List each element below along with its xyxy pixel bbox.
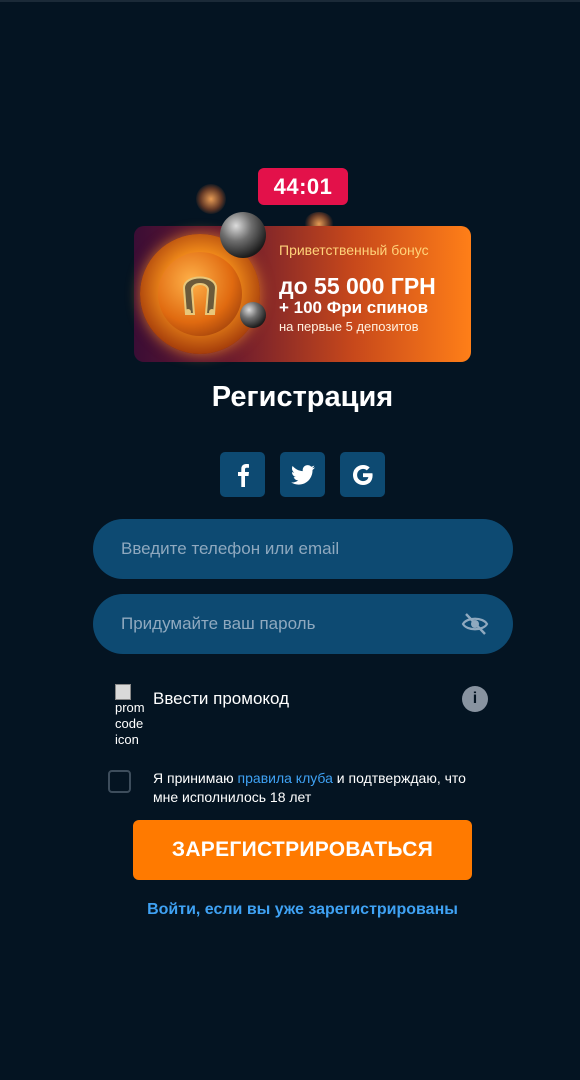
google-login-button[interactable] — [340, 452, 385, 497]
page-title: Регистрация — [211, 381, 394, 413]
bonus-label: Приветственный бонус — [279, 242, 429, 258]
google-icon — [352, 464, 373, 485]
decor-sphere — [220, 212, 266, 258]
decor-sphere — [240, 302, 266, 328]
facebook-icon — [237, 463, 249, 487]
twitter-login-button[interactable] — [280, 452, 325, 497]
promo-code-icon: promo code icon — [115, 684, 145, 754]
info-icon[interactable]: i — [462, 686, 488, 712]
terms-text: Я принимаю правила клуба и подтверждаю, … — [153, 770, 466, 805]
password-input[interactable] — [119, 613, 443, 635]
facebook-login-button[interactable] — [220, 452, 265, 497]
password-field[interactable] — [93, 594, 513, 654]
twitter-icon — [290, 464, 315, 485]
register-button[interactable]: ЗАРЕГИСТРИРОВАТЬСЯ — [133, 820, 472, 880]
bonus-amount: до 55 000 ГРН — [279, 273, 436, 299]
login-field[interactable] — [93, 519, 513, 579]
bonus-note: на первые 5 депозитов — [279, 319, 419, 334]
eye-hidden-icon[interactable] — [461, 610, 489, 638]
top-divider — [0, 0, 580, 2]
phone-or-email-input[interactable] — [119, 538, 443, 560]
promo-code-icon-alt: promo code icon — [115, 700, 145, 747]
welcome-bonus-banner[interactable]: Приветственный бонус до 55 000 ГРН + 100… — [134, 212, 471, 362]
countdown-timer: 44:01 — [258, 168, 348, 205]
promo-code-toggle[interactable]: Ввести промокод — [153, 689, 289, 709]
login-link[interactable]: Войти, если вы уже зарегистрированы — [0, 901, 580, 919]
decor-glow — [196, 184, 226, 214]
registration-page: 44:01 Приветственный бонус до 55 000 ГРН… — [0, 0, 580, 1080]
terms-checkbox[interactable] — [108, 770, 131, 793]
club-rules-link[interactable]: правила клуба — [238, 770, 333, 786]
horseshoe-icon — [182, 276, 218, 315]
bonus-spins: + 100 Фри спинов — [279, 298, 429, 317]
